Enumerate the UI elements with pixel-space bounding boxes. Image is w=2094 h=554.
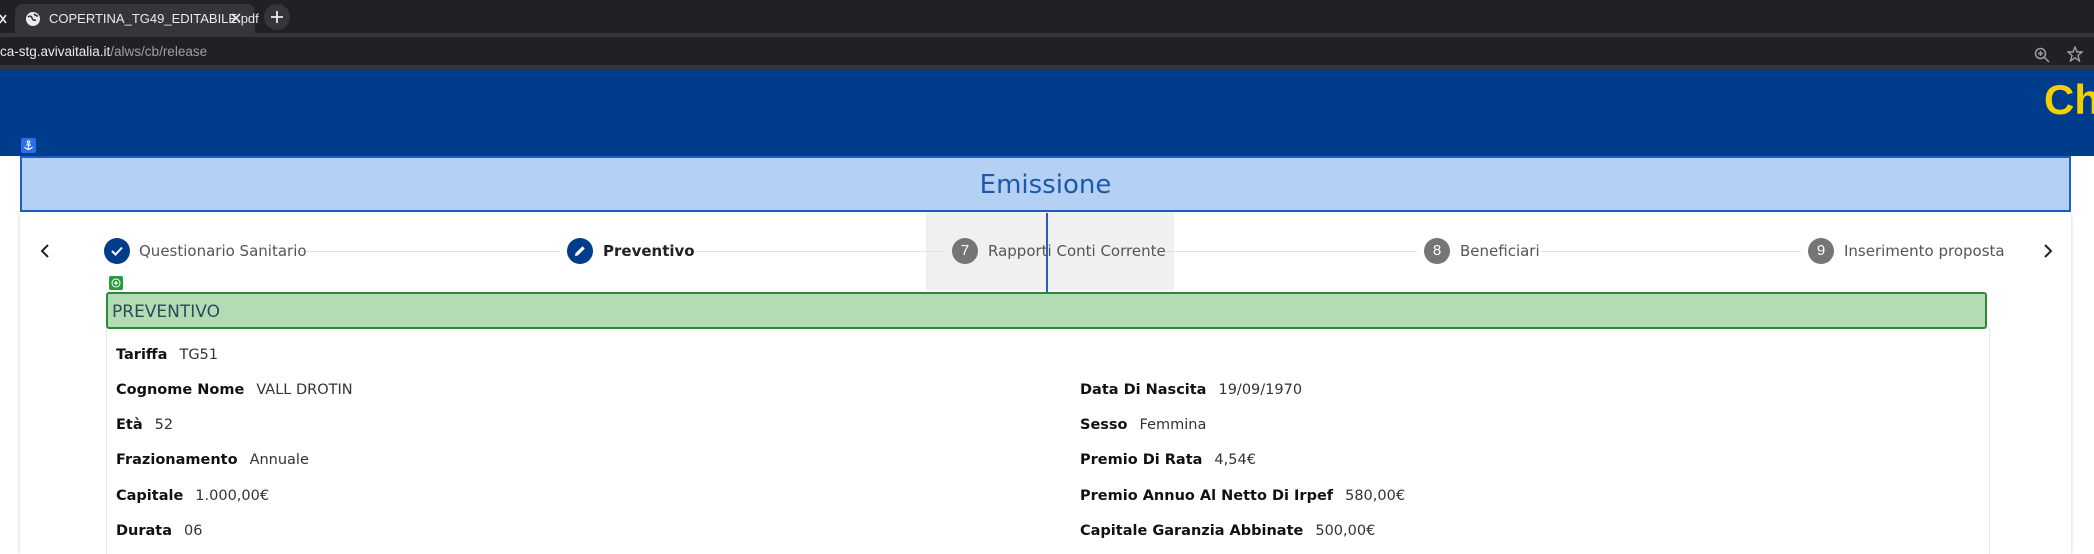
field-label: Premio Annuo Al Netto Di Irpef [1080, 488, 1334, 504]
field-label: Durata [116, 523, 173, 539]
field-capitale: Capitale 1.000,00€ [116, 488, 269, 504]
address-bar-area: ca-stg.avivaitalia.it/alws/cb/release [0, 33, 2094, 69]
field-value: VALL DROTIN [256, 382, 353, 398]
app-header [0, 69, 2094, 156]
step-number: 8 [1424, 238, 1450, 264]
vertical-guide-line [1046, 213, 1048, 293]
new-tab-button[interactable] [264, 4, 290, 30]
field-value: 580,00€ [1345, 488, 1406, 504]
bookmark-star-icon[interactable] [2066, 45, 2084, 67]
field-sesso: Sesso Femmina [1080, 417, 1206, 433]
field-value: 19/09/1970 [1218, 382, 1303, 398]
field-premio-annuo: Premio Annuo Al Netto Di Irpef 580,00€ [1080, 488, 1405, 504]
section-title-bar: Emissione [20, 156, 2071, 212]
zoom-icon[interactable] [2034, 47, 2050, 68]
browser-tab-active[interactable]: COPERTINA_TG49_EDITABILE.pdf [15, 4, 259, 33]
field-value: 4,54€ [1214, 452, 1256, 468]
url-text[interactable]: ca-stg.avivaitalia.it/alws/cb/release [0, 44, 207, 59]
step-circle-done [104, 238, 130, 264]
field-value: 52 [154, 417, 174, 433]
step-label: Preventivo [603, 242, 695, 260]
field-premio-rata: Premio Di Rata 4,54€ [1080, 452, 1256, 468]
globe-icon [25, 11, 41, 32]
field-capitale-garanzia: Capitale Garanzia Abbinate 500,00€ [1080, 523, 1375, 539]
plus-icon [271, 11, 283, 23]
step-circle-active [567, 238, 593, 264]
field-value: 1.000,00€ [195, 488, 270, 504]
url-path: /alws/cb/release [110, 44, 208, 59]
step-connector [1155, 251, 1417, 252]
field-label: Data Di Nascita [1080, 382, 1207, 398]
field-label: Età [116, 417, 143, 433]
field-value: Annuale [249, 452, 309, 468]
step-number: 7 [952, 238, 978, 264]
step-connector [1541, 251, 1801, 252]
field-label: Premio Di Rata [1080, 452, 1203, 468]
field-tariffa: Tariffa TG51 [116, 347, 218, 363]
field-frazionamento: Frazionamento Annuale [116, 452, 309, 468]
target-icon [109, 276, 123, 290]
check-icon [111, 246, 123, 256]
browser-tab-strip: COPERTINA_TG49_EDITABILE.pdf [0, 0, 2094, 33]
url-host: ca-stg.avivaitalia.it [0, 44, 111, 59]
step-connector [684, 251, 944, 252]
field-label: Capitale Garanzia Abbinate [1080, 523, 1304, 539]
section-title: Emissione [979, 170, 1112, 200]
step-label: Inserimento proposta [1844, 242, 2005, 260]
field-label: Capitale [116, 488, 184, 504]
field-value: 500,00€ [1315, 523, 1376, 539]
field-value: Femmina [1139, 417, 1207, 433]
tab-close-icon[interactable] [229, 11, 243, 30]
step-number: 9 [1808, 238, 1834, 264]
field-durata: Durata 06 [116, 523, 202, 539]
chevron-left-icon[interactable] [38, 243, 52, 264]
tab-title: COPERTINA_TG49_EDITABILE.pdf [49, 11, 259, 26]
field-label: Cognome Nome [116, 382, 245, 398]
field-label: Tariffa [116, 347, 168, 363]
chevron-right-icon[interactable] [2041, 243, 2055, 264]
preventivo-header: PREVENTIVO [106, 292, 1987, 329]
field-value: 06 [184, 523, 203, 539]
preventivo-body [106, 329, 1990, 554]
step-connector [298, 251, 560, 252]
anchor-icon [21, 138, 36, 153]
preventivo-title: PREVENTIVO [112, 302, 221, 322]
field-eta: Età 52 [116, 417, 173, 433]
step-label: Beneficiari [1460, 242, 1540, 260]
field-label: Sesso [1080, 417, 1128, 433]
omnibox[interactable]: ca-stg.avivaitalia.it/alws/cb/release [0, 37, 2094, 65]
field-value: TG51 [179, 347, 219, 363]
pencil-icon [575, 246, 585, 256]
field-data-nascita: Data Di Nascita 19/09/1970 [1080, 382, 1302, 398]
field-label: Frazionamento [116, 452, 238, 468]
field-cognome-nome: Cognome Nome VALL DROTIN [116, 382, 353, 398]
brand-logo-text: Ch [2044, 76, 2094, 123]
previous-tab-close-icon[interactable] [0, 6, 10, 33]
step-label: Questionario Sanitario [139, 242, 307, 260]
step-label: Rapporti Conti Corrente [988, 242, 1166, 260]
